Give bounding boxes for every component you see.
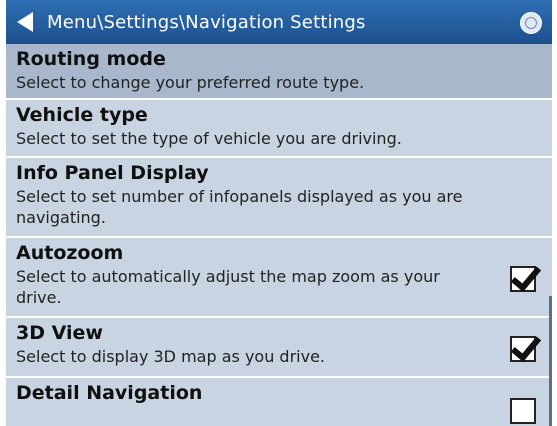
item-title: Vehicle type (16, 104, 148, 126)
3d-view-checkbox[interactable] (510, 336, 536, 362)
detail-navigation-checkbox[interactable] (510, 398, 536, 424)
list-item-routing-mode[interactable]: Routing mode Select to change your prefe… (6, 44, 552, 100)
list-item-vehicle-type[interactable]: Vehicle type Select to set the type of v… (6, 100, 552, 158)
item-title: Detail Navigation (16, 382, 203, 404)
autozoom-checkbox[interactable] (510, 266, 536, 292)
item-title: Routing mode (16, 48, 166, 70)
scrollbar[interactable] (549, 296, 552, 426)
item-title: Info Panel Display (16, 162, 209, 184)
item-description: Select to change your preferred route ty… (16, 73, 365, 92)
settings-list: Routing mode Select to change your prefe… (6, 44, 552, 426)
back-arrow-icon[interactable] (17, 12, 33, 32)
item-title: 3D View (16, 322, 103, 344)
item-description: Select to automatically adjust the map z… (16, 267, 440, 307)
list-item-autozoom[interactable]: Autozoom Select to automatically adjust … (6, 238, 552, 318)
globe-icon[interactable] (520, 12, 542, 34)
item-description: Select to set the type of vehicle you ar… (16, 129, 402, 148)
list-item-detail-navigation[interactable]: Detail Navigation (6, 378, 552, 426)
list-item-info-panel-display[interactable]: Info Panel Display Select to set number … (6, 158, 552, 238)
item-title: Autozoom (16, 242, 124, 264)
item-description: Select to set number of infopanels displ… (16, 187, 463, 227)
list-item-3d-view[interactable]: 3D View Select to display 3D map as you … (6, 318, 552, 378)
breadcrumb-title: Menu\Settings\Navigation Settings (47, 11, 366, 33)
navigation-settings-screen: Menu\Settings\Navigation Settings Routin… (6, 0, 552, 426)
title-bar: Menu\Settings\Navigation Settings (6, 0, 552, 44)
item-description: Select to display 3D map as you drive. (16, 347, 325, 366)
